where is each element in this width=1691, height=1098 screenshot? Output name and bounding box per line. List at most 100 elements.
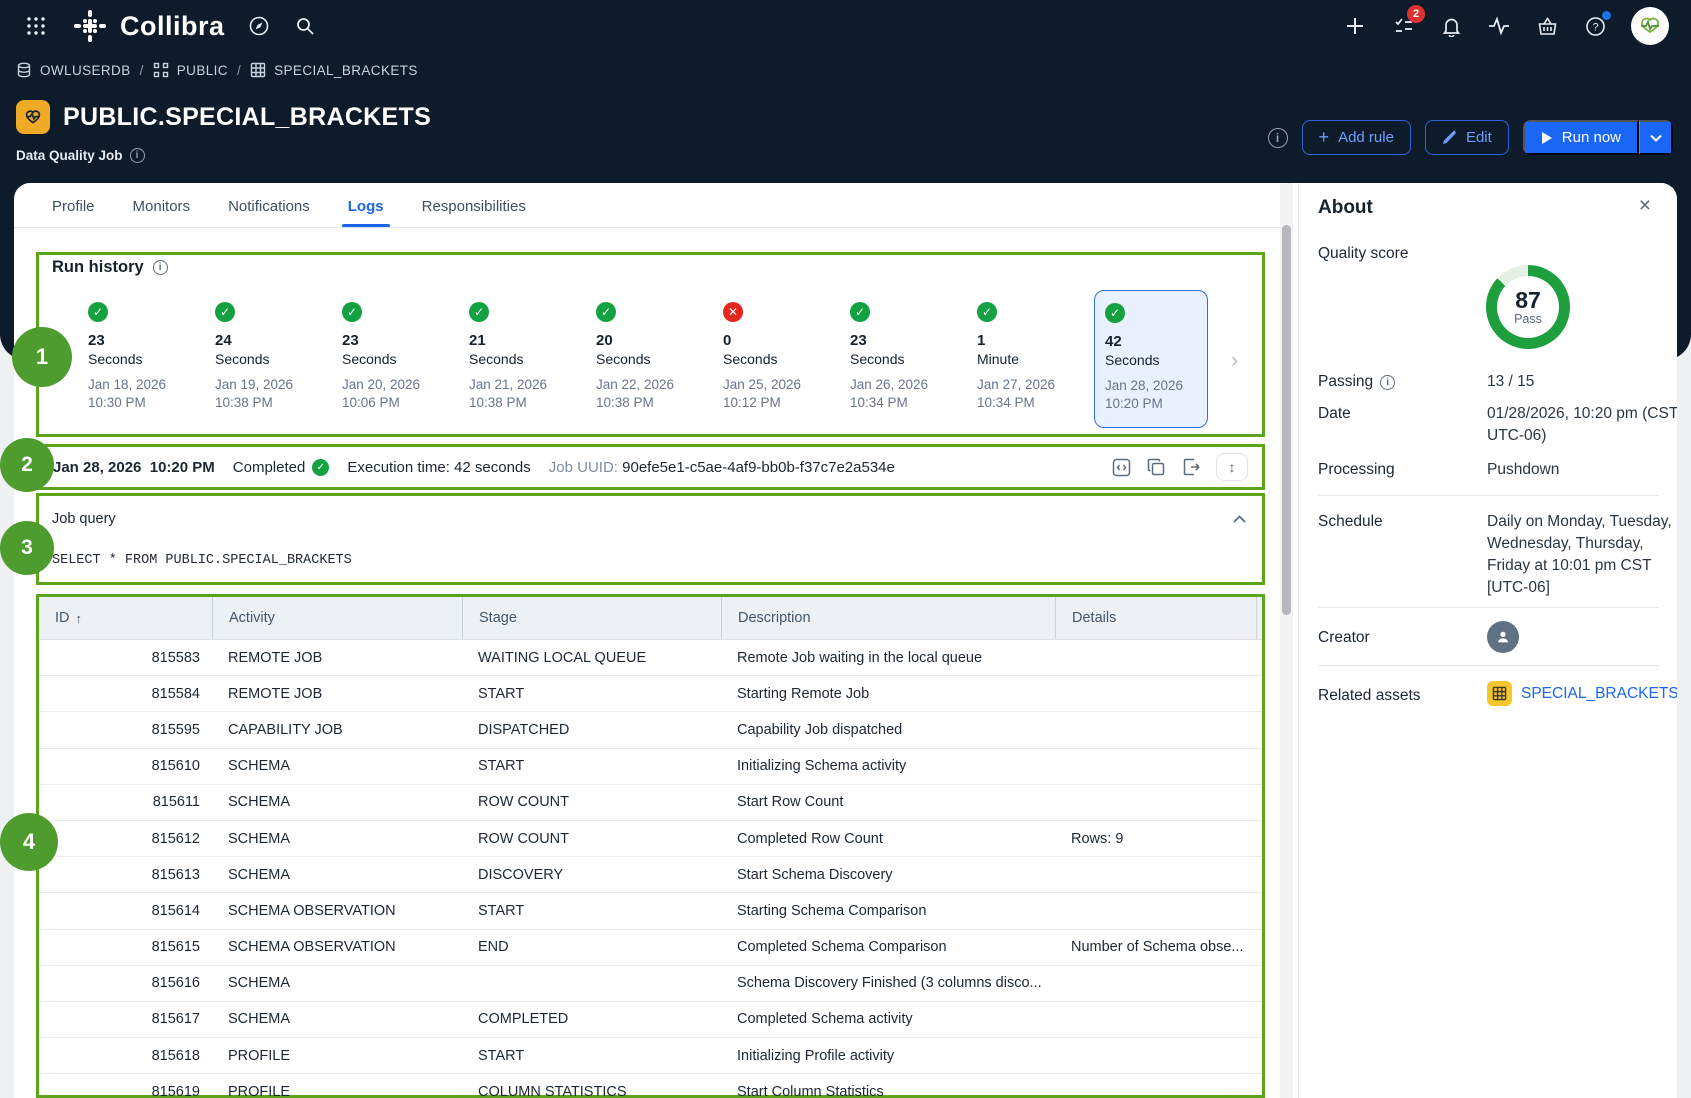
error-cross-icon: ✕ — [723, 302, 743, 322]
asset-type-row: Data Quality Job i — [16, 148, 145, 163]
table-row[interactable]: 815616SCHEMASchema Discovery Finished (3… — [39, 966, 1262, 1002]
cell-description: Completed Schema Comparison — [721, 939, 1055, 955]
copy-icon[interactable] — [1146, 457, 1166, 477]
content-sheet: Profile Monitors Notifications Logs Resp… — [14, 183, 1677, 1098]
compass-icon[interactable] — [247, 14, 271, 38]
run-history-card[interactable]: ✓24SecondsJan 19, 202610:38 PM — [205, 290, 319, 428]
breadcrumb-item-table[interactable]: SPECIAL_BRACKETS — [250, 62, 418, 79]
tasks-icon[interactable]: 2 — [1391, 14, 1415, 38]
cell-description: Start Schema Discovery — [721, 867, 1055, 883]
table-row[interactable]: 815610SCHEMASTARTInitializing Schema act… — [39, 749, 1262, 785]
code-square-icon[interactable] — [1111, 457, 1131, 477]
basket-icon[interactable] — [1535, 14, 1559, 38]
cell-details: Number of Schema obse... — [1055, 939, 1256, 955]
log-table-body: 815583REMOTE JOBWAITING LOCAL QUEUERemot… — [39, 640, 1262, 1098]
cell-description: Completed Row Count — [721, 831, 1055, 847]
info-icon[interactable]: i — [130, 148, 145, 163]
main-column: Profile Monitors Notifications Logs Resp… — [14, 183, 1281, 1098]
success-check-icon: ✓ — [215, 302, 235, 322]
run-detail-row: Jan 28, 2026 10:20 PM Completed ✓ Execut… — [39, 447, 1262, 487]
add-rule-button[interactable]: + Add rule — [1302, 120, 1411, 155]
table-row[interactable]: 815612SCHEMAROW COUNTCompleted Row Count… — [39, 821, 1262, 857]
close-icon[interactable]: × — [1639, 195, 1651, 216]
run-duration-unit: Minute — [977, 351, 1071, 367]
breadcrumb: OWLUSERDB / PUBLIC / SPECIAL_BRACKETS — [16, 62, 418, 79]
run-history-card[interactable]: ✓23SecondsJan 18, 202610:30 PM — [78, 290, 192, 428]
page: Collibra 2 — [0, 0, 1691, 1098]
column-header-id[interactable]: ID ↑ — [39, 597, 212, 639]
table-row[interactable]: 815615SCHEMA OBSERVATIONENDCompleted Sch… — [39, 930, 1262, 966]
run-history-card[interactable]: ✓20SecondsJan 22, 202610:38 PM — [586, 290, 700, 428]
run-history-next-icon[interactable]: › — [1231, 349, 1238, 371]
collapse-chevron-icon[interactable] — [1233, 515, 1246, 523]
run-history-card[interactable]: ✓21SecondsJan 21, 202610:38 PM — [459, 290, 573, 428]
run-history-card[interactable]: ✓23SecondsJan 26, 202610:34 PM — [840, 290, 954, 428]
log-table-header: ID ↑ Activity Stage Description Details — [39, 597, 1262, 640]
cell-description: Starting Remote Job — [721, 686, 1055, 702]
table-row[interactable]: 815583REMOTE JOBWAITING LOCAL QUEUERemot… — [39, 640, 1262, 676]
scrollbar-track[interactable] — [1280, 183, 1293, 1098]
export-icon[interactable] — [1181, 457, 1201, 477]
table-row[interactable]: 815611SCHEMAROW COUNTStart Row Count — [39, 785, 1262, 821]
tab-responsibilities[interactable]: Responsibilities — [420, 186, 528, 227]
info-icon[interactable]: i — [1268, 128, 1288, 148]
chevron-down-icon — [1650, 134, 1662, 142]
activity-icon[interactable] — [1487, 14, 1511, 38]
column-header-stage[interactable]: Stage — [462, 597, 721, 639]
about-panel: About × Quality score 87 Pass Passing i … — [1300, 183, 1677, 1098]
edit-button[interactable]: Edit — [1425, 120, 1509, 155]
job-uuid-value: 90efe5e1-c5ae-4af9-bb0b-f37c7e2a534e — [622, 459, 895, 476]
tab-monitors[interactable]: Monitors — [131, 186, 193, 227]
breadcrumb-item-schema[interactable]: PUBLIC — [153, 62, 228, 79]
create-plus-icon[interactable] — [1343, 14, 1367, 38]
creator-avatar[interactable] — [1487, 621, 1519, 653]
info-icon[interactable]: i — [1380, 375, 1395, 390]
column-header-details[interactable]: Details — [1055, 597, 1256, 639]
bell-icon[interactable] — [1439, 14, 1463, 38]
page-title: PUBLIC.SPECIAL_BRACKETS — [63, 103, 431, 132]
app-grid-icon[interactable] — [24, 14, 48, 38]
table-row[interactable]: 815614SCHEMA OBSERVATIONSTARTStarting Sc… — [39, 893, 1262, 929]
run-date-time: 10:06 PM — [342, 394, 436, 412]
table-row[interactable]: 815584REMOTE JOBSTARTStarting Remote Job — [39, 676, 1262, 712]
avatar[interactable] — [1631, 7, 1669, 45]
run-history-card[interactable]: ✓1MinuteJan 27, 202610:34 PM — [967, 290, 1081, 428]
run-history-card[interactable]: ✕0SecondsJan 25, 202610:12 PM — [713, 290, 827, 428]
breadcrumb-separator: / — [140, 63, 144, 78]
date-label: Date — [1318, 405, 1351, 423]
tab-profile[interactable]: Profile — [50, 186, 97, 227]
schedule-value: Daily on Monday, Tuesday, Wednesday, Thu… — [1487, 511, 1677, 599]
job-query-title: Job query — [52, 511, 116, 527]
run-now-button[interactable]: Run now — [1523, 120, 1639, 155]
run-history-card[interactable]: ✓23SecondsJan 20, 202610:06 PM — [332, 290, 446, 428]
cell-stage: WAITING LOCAL QUEUE — [462, 650, 721, 666]
help-icon[interactable]: ? — [1583, 14, 1607, 38]
cell-activity: SCHEMA OBSERVATION — [212, 903, 462, 919]
column-header-activity[interactable]: Activity — [212, 597, 462, 639]
table-row[interactable]: 815613SCHEMADISCOVERYStart Schema Discov… — [39, 857, 1262, 893]
table-row[interactable]: 815595CAPABILITY JOBDISPATCHEDCapability… — [39, 712, 1262, 748]
run-status-label: Completed — [233, 459, 306, 476]
breadcrumb-item-database[interactable]: OWLUSERDB — [16, 62, 131, 79]
run-now-dropdown-button[interactable] — [1639, 120, 1673, 155]
search-icon[interactable] — [293, 14, 317, 38]
tab-notifications[interactable]: Notifications — [226, 186, 312, 227]
info-icon[interactable]: i — [153, 260, 168, 275]
related-asset-item[interactable]: SPECIAL_BRACKETS — [1487, 681, 1677, 706]
scrollbar-thumb[interactable] — [1282, 225, 1291, 615]
cell-activity: CAPABILITY JOB — [212, 722, 462, 738]
column-header-spacer — [1256, 597, 1273, 639]
cell-description: Schema Discovery Finished (3 columns dis… — [721, 975, 1055, 991]
collibra-logo[interactable]: Collibra — [70, 6, 225, 46]
table-row[interactable]: 815617SCHEMACOMPLETEDCompleted Schema ac… — [39, 1002, 1262, 1038]
tab-logs[interactable]: Logs — [346, 186, 386, 227]
table-row[interactable]: 815618PROFILESTARTInitializing Profile a… — [39, 1038, 1262, 1074]
expand-vertical-icon[interactable]: ↕ — [1216, 453, 1248, 481]
table-row[interactable]: 815619PROFILECOLUMN STATISTICSStart Colu… — [39, 1074, 1262, 1098]
cell-id: 815610 — [39, 758, 212, 774]
run-history-card[interactable]: ✓42SecondsJan 28, 202610:20 PM — [1094, 290, 1208, 428]
annotation-badge-1: 1 — [12, 327, 72, 387]
cell-id: 815611 — [39, 794, 212, 810]
column-header-description[interactable]: Description — [721, 597, 1055, 639]
cell-id: 815612 — [39, 831, 212, 847]
